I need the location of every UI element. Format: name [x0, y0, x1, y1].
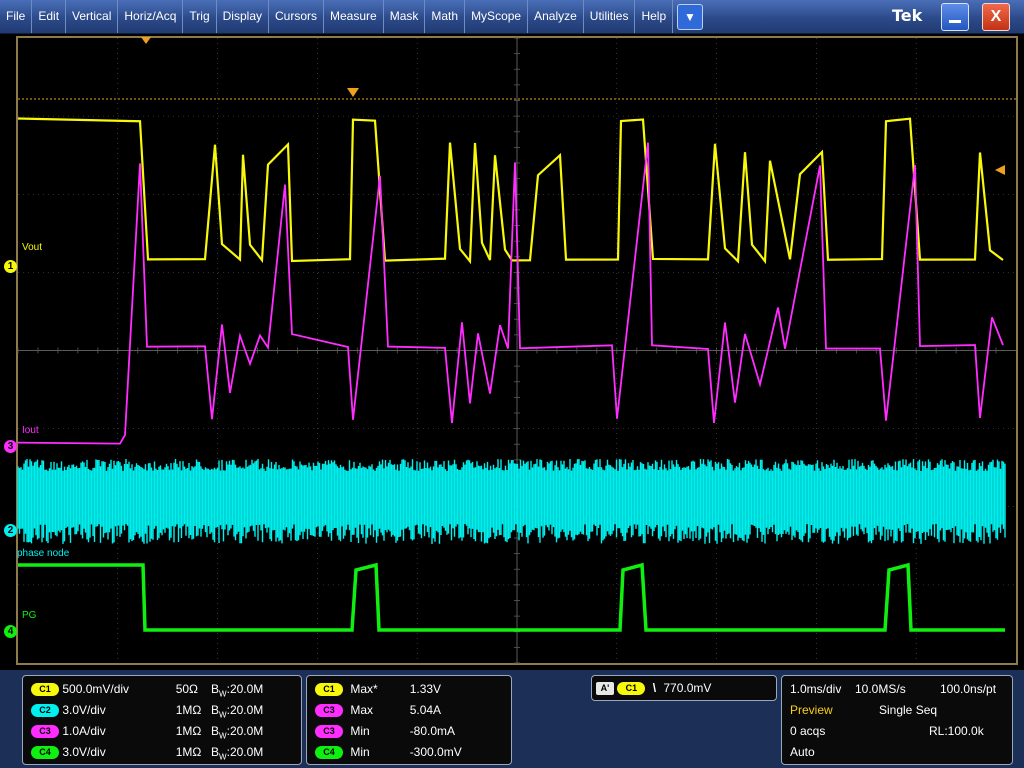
menu-utilities[interactable]: Utilities	[584, 0, 636, 33]
trigger-mode: Auto	[790, 745, 815, 759]
trigger-slope-icon: \	[652, 681, 657, 695]
ch3-marker[interactable]: 3	[4, 440, 17, 453]
menu-edit[interactable]: Edit	[32, 0, 67, 33]
c4-impedance: 1MΩ	[175, 745, 202, 759]
meas4-badge: C4	[315, 746, 343, 760]
ch4-marker[interactable]: 4	[4, 625, 17, 638]
minimize-button[interactable]	[941, 3, 969, 31]
vertical-row-c1[interactable]: C1 500.0mV/div 50Ω BW:20.0M	[31, 682, 263, 698]
trigger-row: A' C1 \ 770.0mV	[596, 681, 712, 696]
trigger-readout[interactable]: A' C1 \ 770.0mV	[591, 675, 777, 701]
waveforms	[17, 117, 1006, 632]
menu-analyze[interactable]: Analyze	[528, 0, 584, 33]
c4-bandwidth: :20.0M	[226, 745, 264, 759]
meas4-name: Min	[350, 745, 370, 759]
ch1-label: Vout	[22, 242, 43, 253]
menu-measure[interactable]: Measure	[324, 0, 384, 33]
meas2-badge: C3	[315, 704, 343, 718]
acq-state: Preview	[790, 703, 833, 717]
menu-vertical[interactable]: Vertical	[66, 0, 119, 33]
c3-bw-sub: W	[219, 731, 227, 741]
c2-impedance: 1MΩ	[175, 703, 202, 717]
c3-impedance: 1MΩ	[175, 724, 202, 738]
measurement-row-2[interactable]: C3 Max 5.04A	[315, 703, 442, 718]
measurements-panel[interactable]: C1 Max* 1.33V C3 Max 5.04A C3 Min -80.0m…	[306, 675, 512, 765]
trigger-mode-badge: A'	[596, 682, 614, 696]
menu-mask[interactable]: Mask	[384, 0, 426, 33]
vertical-row-c3[interactable]: C3 1.0A/div 1MΩ BW:20.0M	[31, 724, 263, 740]
c4-badge: C4	[31, 746, 59, 760]
c2-badge: C2	[31, 704, 59, 718]
meas1-value: 1.33V	[409, 682, 442, 696]
c1-bw-prefix: B	[211, 682, 220, 696]
c3-bw-prefix: B	[211, 724, 220, 738]
tek-logo: Tek	[892, 6, 923, 25]
horizontal-readout[interactable]: 1.0ms/div 10.0MS/s 100.0ns/pt Preview Si…	[781, 675, 1013, 765]
record-length: RL:100.0k	[929, 724, 984, 738]
dropdown-arrow-icon[interactable]: ▼	[677, 4, 703, 30]
close-button[interactable]: X	[982, 3, 1010, 31]
horizontal-scale: 1.0ms/div	[790, 682, 842, 696]
waveform-canvas	[17, 37, 1016, 664]
c1-scale: 500.0mV/div	[62, 682, 130, 696]
c1-badge: C1	[31, 683, 59, 697]
c2-bw-prefix: B	[211, 703, 220, 717]
vertical-row-c4[interactable]: C4 3.0V/div 1MΩ BW:20.0M	[31, 745, 263, 761]
menu-trig[interactable]: Trig	[183, 0, 217, 33]
menu-myscope[interactable]: MyScope	[465, 0, 529, 33]
c2-bw-sub: W	[219, 710, 227, 720]
c3-scale: 1.0A/div	[62, 724, 106, 738]
ch3-label: Iout	[22, 425, 39, 436]
measurement-row-1[interactable]: C1 Max* 1.33V	[315, 682, 442, 697]
resolution: 100.0ns/pt	[940, 682, 997, 696]
meas1-badge: C1	[315, 683, 343, 697]
meas3-value: -80.0mA	[409, 724, 456, 738]
vertical-row-c2[interactable]: C2 3.0V/div 1MΩ BW:20.0M	[31, 703, 263, 719]
meas3-badge: C3	[315, 725, 343, 739]
c4-bw-sub: W	[219, 752, 227, 762]
c3-bandwidth: :20.0M	[226, 724, 264, 738]
menu-help[interactable]: Help	[635, 0, 674, 33]
meas3-name: Min	[350, 724, 370, 738]
menu-horiz-acq[interactable]: Horiz/Acq	[118, 0, 184, 33]
measurement-row-3[interactable]: C3 Min -80.0mA	[315, 724, 456, 739]
acq-sequence: Single Seq	[879, 703, 938, 717]
meas2-value: 5.04A	[409, 703, 442, 717]
meas2-name: Max	[350, 703, 374, 717]
graticule-grid	[17, 37, 1016, 664]
ch4-label: PG	[22, 610, 37, 621]
vertical-settings-panel[interactable]: C1 500.0mV/div 50Ω BW:20.0M C2 3.0V/div …	[22, 675, 302, 765]
c1-bandwidth: :20.0M	[226, 682, 264, 696]
menu-list: File Edit Vertical Horiz/Acq Trig Displa…	[0, 0, 674, 33]
trigger-source-badge: C1	[617, 682, 646, 696]
readout-area: C1 500.0mV/div 50Ω BW:20.0M C2 3.0V/div …	[0, 670, 1024, 768]
c3-badge: C3	[31, 725, 59, 739]
menu-bar: File Edit Vertical Horiz/Acq Trig Displa…	[0, 0, 1024, 34]
meas1-name: Max*	[350, 682, 378, 696]
meas4-value: -300.0mV	[409, 745, 462, 759]
measurement-row-4[interactable]: C4 Min -300.0mV	[315, 745, 462, 760]
minimize-icon	[949, 20, 961, 23]
c4-scale: 3.0V/div	[62, 745, 106, 759]
c4-bw-prefix: B	[211, 745, 220, 759]
c1-bw-sub: W	[219, 689, 227, 699]
c1-impedance: 50Ω	[175, 682, 199, 696]
menu-cursors[interactable]: Cursors	[269, 0, 325, 33]
ch2-label: phase node	[17, 548, 70, 559]
acq-count: 0 acqs	[790, 724, 826, 738]
c2-bandwidth: :20.0M	[226, 703, 264, 717]
menu-file[interactable]: File	[0, 0, 33, 33]
ch1-marker[interactable]: 1	[4, 260, 17, 273]
c2-scale: 3.0V/div	[62, 703, 106, 717]
sample-rate: 10.0MS/s	[855, 682, 906, 696]
ch2-marker[interactable]: 2	[4, 524, 17, 537]
menu-math[interactable]: Math	[425, 0, 466, 33]
trigger-level: 770.0mV	[663, 681, 712, 695]
menu-display[interactable]: Display	[217, 0, 269, 33]
